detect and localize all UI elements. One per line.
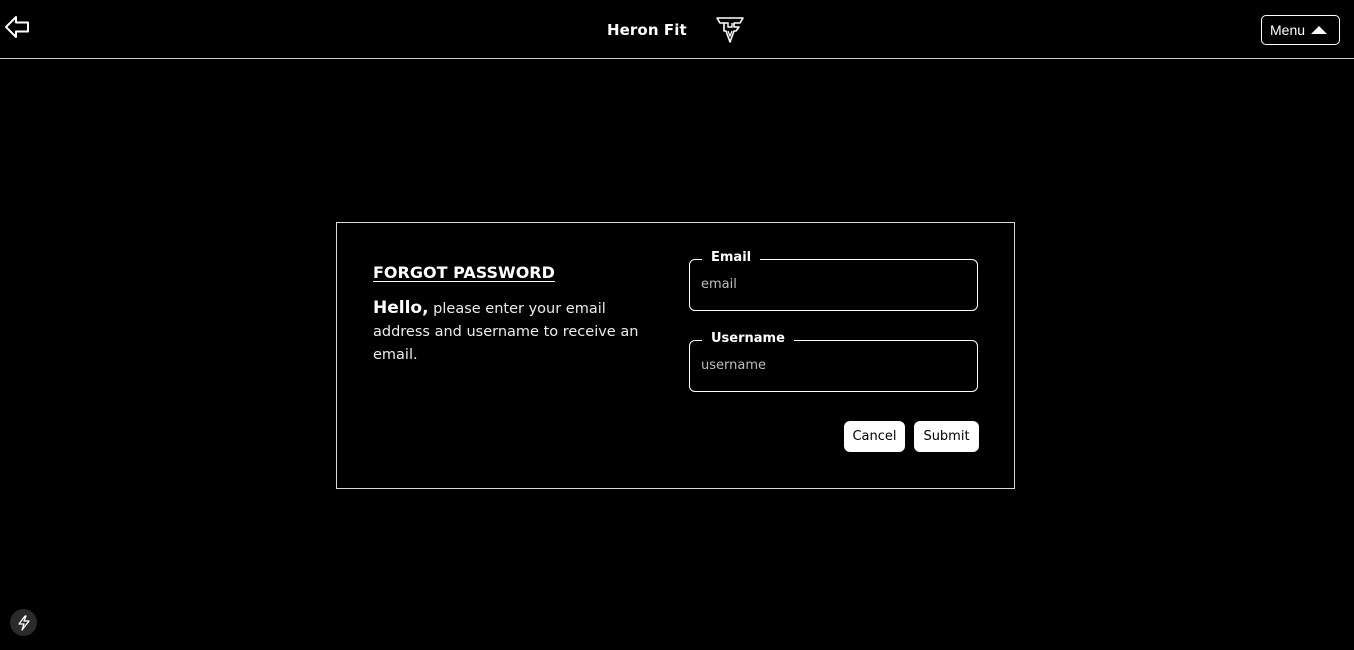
submit-button[interactable]: Submit xyxy=(914,421,979,452)
forgot-password-card: FORGOT PASSWORD Hello, please enter your… xyxy=(336,222,1015,489)
page-title: FORGOT PASSWORD xyxy=(373,263,555,282)
heron-fit-logo xyxy=(714,15,746,45)
caret-up-icon xyxy=(1311,26,1328,34)
top-navigation-bar: Heron Fit Menu xyxy=(0,0,1354,59)
email-input[interactable] xyxy=(701,277,963,292)
dev-tools-badge[interactable] xyxy=(10,609,37,636)
email-field: Email xyxy=(689,250,978,311)
back-button[interactable] xyxy=(4,14,30,40)
arrow-left-icon xyxy=(5,16,29,38)
username-field: Username xyxy=(689,331,978,392)
menu-label: Menu xyxy=(1270,22,1306,38)
username-input[interactable] xyxy=(701,358,963,373)
logo-mark xyxy=(716,17,744,43)
app-title: Heron Fit xyxy=(607,21,687,39)
menu-button[interactable]: Menu xyxy=(1261,15,1340,45)
instructions-text: Hello, please enter your email address a… xyxy=(373,297,663,367)
lightning-bolt-icon xyxy=(17,614,30,631)
email-label: Email xyxy=(702,250,761,265)
greeting: Hello, xyxy=(373,298,429,318)
username-label: Username xyxy=(702,331,794,346)
cancel-button[interactable]: Cancel xyxy=(844,421,905,452)
